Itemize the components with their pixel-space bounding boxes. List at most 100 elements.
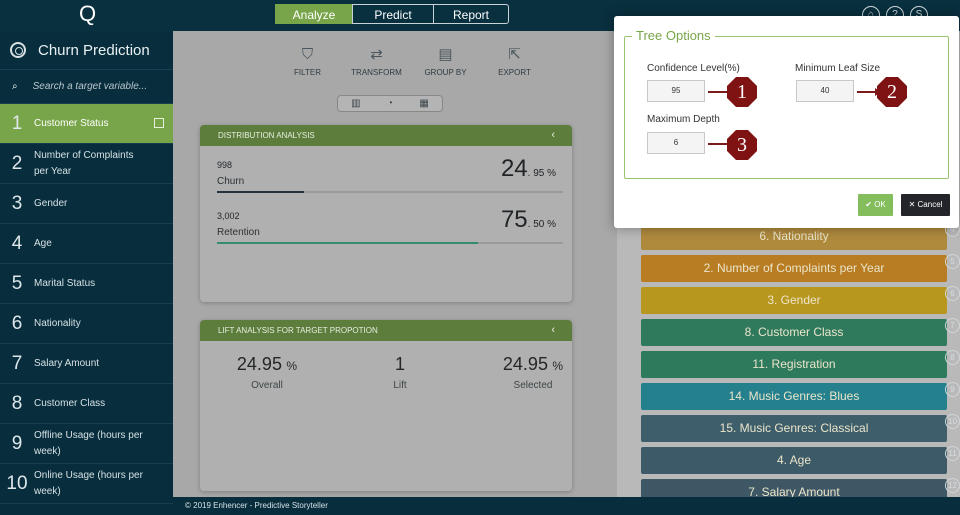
variable-item[interactable]: 11. Registration 8 (641, 350, 960, 378)
footer: © 2019 Enhencer - Predictive Storyteller (173, 497, 960, 515)
sidebar-item-offline-usage[interactable]: 9 Offline Usage (hours per week) (0, 424, 173, 464)
variable-item[interactable]: 4. Age 11 (641, 446, 960, 474)
churn-percent-decimal: . 95 % (527, 168, 556, 179)
export-button[interactable]: ⇱ EXPORT (480, 46, 549, 77)
max-depth-input[interactable]: 6 (647, 132, 705, 154)
cancel-label: Cancel (917, 200, 943, 209)
lift-value: 1 (394, 354, 405, 374)
retention-row: 3,002 Retention 75. 50 % (217, 206, 563, 244)
item-label: Age (34, 237, 52, 249)
retention-percent: 75. 50 % (501, 206, 556, 234)
tree-options-fieldset: Tree Options Confidence Level(%) 95 1 Mi… (624, 28, 949, 179)
search-input[interactable]: Search a target variable... (33, 81, 148, 92)
callout-arrow (708, 140, 735, 148)
variable-item[interactable]: 8. Customer Class 7 (641, 318, 960, 346)
variable-item[interactable]: 3. Gender 6 (641, 286, 960, 314)
shuffle-icon: ⇄ (370, 46, 383, 63)
item-number: 1 (11, 112, 23, 134)
callout-arrow (708, 88, 735, 96)
filter-button[interactable]: ⛉ FILTER (273, 46, 342, 77)
sidebar-item-age[interactable]: 4 Age (0, 224, 173, 264)
leaf-size-input[interactable]: 40 (796, 80, 854, 102)
workflow-steps: Analyze Predict Report (275, 4, 509, 24)
group-by-label: GROUP BY (424, 68, 467, 77)
selected-label: Selected (513, 380, 553, 391)
collapse-icon[interactable]: ‹ (551, 125, 555, 146)
item-label: Customer Status (34, 117, 109, 129)
item-number: 7 (11, 352, 23, 374)
item-label: Gender (34, 197, 68, 209)
export-icon: ⇱ (508, 46, 521, 63)
item-label: Number of Complaints per Year (34, 149, 134, 177)
group-icon: ▤ (438, 46, 453, 63)
variable-search[interactable]: ⌕ Search a target variable... (0, 70, 173, 104)
project-title: Churn Prediction (38, 41, 150, 59)
collapse-icon[interactable]: ‹ (551, 320, 555, 341)
transform-button[interactable]: ⇄ TRANSFORM (342, 46, 411, 77)
sidebar-item-marital-status[interactable]: 5 Marital Status (0, 264, 173, 304)
lift-card: LIFT ANALYSIS FOR TARGET PROPOTION ‹ 24.… (200, 320, 572, 491)
variable-item[interactable]: 15. Music Genres: Classical 10 (641, 414, 960, 442)
sidebar-item-complaints[interactable]: 2 Number of Complaints per Year (0, 144, 173, 184)
retention-percent-main: 75 (500, 206, 528, 233)
sidebar-item-salary-amount[interactable]: 7 Salary Amount (0, 344, 173, 384)
item-number: 8 (11, 392, 23, 414)
sidebar-item-online-usage[interactable]: 10 Online Usage (hours per week) (0, 464, 173, 504)
distribution-header: DISTRIBUTION ANALYSIS ‹ (200, 125, 572, 146)
pie-chart-icon[interactable]: ◔ (387, 98, 393, 109)
rank-badge: 10 (945, 414, 960, 429)
item-label: Online Usage (hours per week) (34, 469, 143, 497)
sidebar-header: Churn Prediction (0, 31, 173, 70)
variable-list: 6. Nationality 4 2. Number of Complaints … (641, 222, 960, 511)
ok-button[interactable]: ✔ OK (858, 194, 893, 216)
cancel-button[interactable]: ✕ Cancel (901, 194, 950, 216)
confidence-input[interactable]: 95 (647, 80, 705, 102)
step-analyze[interactable]: Analyze (275, 4, 353, 24)
variable-item[interactable]: 2. Number of Complaints per Year 5 (641, 254, 960, 282)
lift-header: LIFT ANALYSIS FOR TARGET PROPOTION ‹ (200, 320, 572, 341)
step-predict[interactable]: Predict (352, 4, 434, 24)
rank-badge: 11 (945, 446, 960, 461)
app-logo: Q (79, 1, 97, 26)
sidebar-item-customer-status[interactable]: 1 Customer Status (0, 104, 173, 144)
step-report[interactable]: Report (433, 4, 509, 24)
variable-label: 8. Customer Class (744, 325, 844, 339)
item-number: 3 (11, 192, 23, 214)
overall-value: 24.95 (236, 354, 282, 374)
confidence-label: Confidence Level(%) (647, 63, 740, 74)
distribution-card: DISTRIBUTION ANALYSIS ‹ 998 Churn 24. 95… (200, 125, 572, 302)
bar-chart-icon[interactable]: ▥ (351, 98, 360, 109)
filter-label: FILTER (294, 68, 321, 77)
overall-label: Overall (251, 380, 283, 391)
item-number: 9 (11, 432, 23, 454)
retention-bar-fill (217, 242, 479, 244)
item-number: 4 (11, 232, 23, 254)
sidebar-item-gender[interactable]: 3 Gender (0, 184, 173, 224)
churn-row: 998 Churn 24. 95 % (217, 155, 563, 193)
rank-badge: 9 (945, 382, 960, 397)
gear-icon[interactable] (10, 42, 26, 58)
lift-title: LIFT ANALYSIS FOR TARGET PROPOTION (218, 326, 378, 335)
churn-percent: 24. 95 % (501, 155, 556, 183)
table-icon[interactable]: ▦ (419, 98, 428, 109)
filter-icon: ⛉ (301, 46, 314, 63)
variable-item[interactable]: 14. Music Genres: Blues 9 (641, 382, 960, 410)
sidebar-item-customer-class[interactable]: 8 Customer Class (0, 384, 173, 424)
selected-value: 24.95 (502, 354, 548, 374)
variable-label: 3. Gender (767, 293, 821, 307)
sidebar-item-nationality[interactable]: 6 Nationality (0, 304, 173, 344)
main-panel: ⛉ FILTER ⇄ TRANSFORM ▤ GROUP BY ⇱ EXPORT… (173, 31, 617, 497)
max-depth-label: Maximum Depth (647, 114, 720, 125)
leaf-size-label: Minimum Leaf Size (795, 63, 881, 74)
churn-percent-main: 24 (500, 155, 528, 182)
variable-label: 4. Age (776, 453, 812, 467)
rank-badge: 8 (945, 350, 960, 365)
group-by-button[interactable]: ▤ GROUP BY (411, 46, 480, 77)
item-number: 10 (6, 472, 28, 494)
view-tabs: ▥ ◔ ▦ (337, 95, 443, 112)
dialog-title: Tree Options (632, 28, 715, 43)
variable-label: 2. Number of Complaints per Year (703, 261, 885, 275)
save-icon[interactable] (154, 118, 164, 128)
variable-label: 15. Music Genres: Classical (719, 421, 869, 435)
lift-stat: 1 Lift (380, 354, 420, 391)
